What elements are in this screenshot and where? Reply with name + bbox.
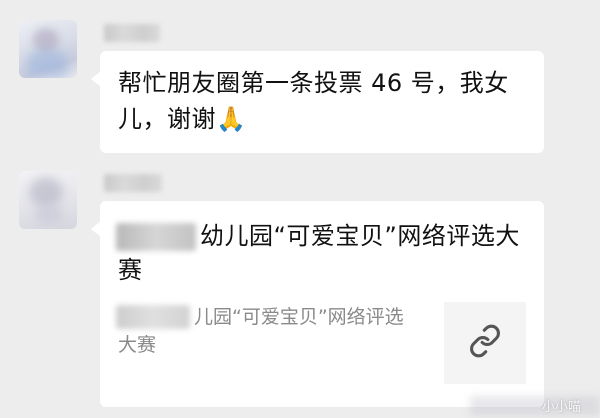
sender-avatar[interactable]	[19, 20, 77, 78]
sender-name-blurred	[104, 24, 160, 42]
redaction-blur	[116, 223, 196, 251]
sender-name-blurred	[104, 174, 162, 192]
link-icon	[468, 324, 502, 362]
watermark-text: 小小喵	[542, 400, 582, 415]
sender-avatar[interactable]	[19, 171, 77, 229]
link-card-thumbnail	[444, 302, 526, 384]
link-card-bubble[interactable]: 幼儿园“可爱宝贝”网络评选大赛 儿园“可爱宝贝”网络评选大赛	[91, 201, 544, 407]
message-bubble[interactable]: 帮忙朋友圈第一条投票 46 号，我女儿，谢谢🙏	[91, 51, 544, 153]
redaction-blur	[116, 305, 190, 329]
message-text: 帮忙朋友圈第一条投票 46 号，我女儿，谢谢🙏	[118, 69, 509, 133]
watermark: 小小喵	[484, 396, 592, 415]
